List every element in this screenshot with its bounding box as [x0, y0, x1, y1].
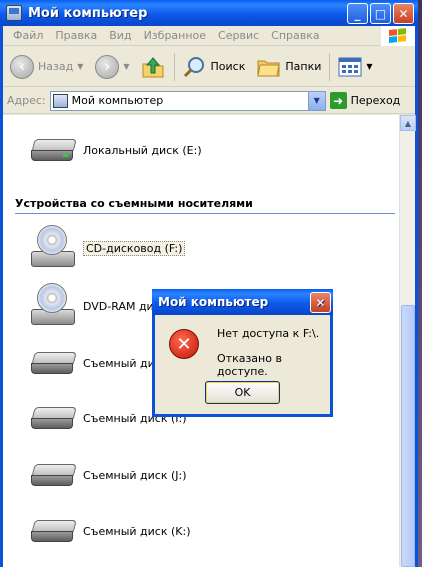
toolbar-separator-2 — [329, 52, 331, 81]
menu-bar: Файл Правка Вид Избранное Сервис Справка — [3, 26, 415, 46]
error-icon: ✕ — [169, 329, 199, 359]
go-arrow-icon: ➜ — [329, 92, 347, 109]
toolbar-separator — [173, 52, 175, 81]
menu-view[interactable]: Вид — [103, 29, 137, 42]
views-button[interactable]: ▼ — [335, 52, 375, 82]
drive-removable-h[interactable]: Съемный диск — [31, 348, 168, 378]
windows-logo-icon — [381, 26, 415, 46]
explorer-window: Мой компьютер _ □ ✕ Файл Правка Вид Избр… — [0, 0, 418, 567]
back-button[interactable]: ‹ Назад ▼ — [7, 52, 86, 82]
title-bar[interactable]: Мой компьютер _ □ ✕ — [0, 0, 418, 26]
menu-help[interactable]: Справка — [265, 29, 325, 42]
drive-label: Съемный диск (J:) — [83, 468, 187, 482]
search-button[interactable]: Поиск — [180, 52, 249, 82]
removable-disk-icon — [31, 403, 77, 433]
my-computer-small-icon — [52, 93, 68, 108]
dialog-message-line-2: Отказано в доступе. — [217, 352, 282, 378]
menu-favorites[interactable]: Избранное — [138, 29, 212, 42]
forward-dropdown-icon[interactable]: ▼ — [123, 62, 129, 71]
drive-label: Локальный диск (E:) — [83, 143, 202, 157]
address-bar: Адрес: Мой компьютер ▼ ➜ Переход — [3, 88, 415, 114]
removable-disk-icon — [31, 516, 77, 546]
folders-button[interactable]: Папки — [254, 52, 324, 82]
drive-local-e[interactable]: Локальный диск (E:) — [31, 135, 202, 165]
back-label: Назад — [38, 60, 74, 73]
address-value: Мой компьютер — [71, 94, 164, 107]
dialog-title: Мой компьютер — [158, 295, 269, 309]
forward-button[interactable]: › ▼ — [92, 52, 132, 82]
error-dialog: Мой компьютер ✕ ✕ Нет доступа к F:\. Отк… — [152, 289, 333, 417]
views-icon — [338, 57, 362, 76]
folders-icon — [257, 60, 280, 76]
dialog-title-bar[interactable]: Мой компьютер ✕ — [152, 289, 333, 315]
search-label: Поиск — [210, 60, 246, 73]
go-label: Переход — [350, 94, 401, 107]
window-title: Мой компьютер — [28, 5, 148, 21]
toolbar: ‹ Назад ▼ › ▼ Поиск Папки ▼ — [3, 47, 415, 87]
hard-disk-icon — [31, 135, 77, 165]
back-dropdown-icon[interactable]: ▼ — [77, 62, 83, 71]
removable-disk-icon — [31, 460, 77, 490]
vertical-scrollbar[interactable]: ▲ — [399, 115, 416, 567]
drive-label: CD-дисковод (F:) — [83, 240, 186, 256]
removable-disk-icon — [31, 348, 77, 378]
back-arrow-icon: ‹ — [10, 54, 34, 79]
section-removable-header: Устройства со съемными носителями — [15, 197, 395, 214]
ok-button[interactable]: OK — [205, 381, 280, 404]
drive-removable-j[interactable]: Съемный диск (J:) — [31, 460, 187, 490]
cd-drive-icon — [31, 225, 77, 271]
up-folder-icon — [142, 56, 164, 77]
drive-label: Съемный диск (K:) — [83, 524, 191, 538]
desktop-background — [418, 0, 422, 567]
address-field[interactable]: Мой компьютер ▼ — [49, 90, 326, 111]
menu-file[interactable]: Файл — [7, 29, 49, 42]
menu-edit[interactable]: Правка — [49, 29, 103, 42]
drive-removable-k[interactable]: Съемный диск (K:) — [31, 516, 191, 546]
address-label: Адрес: — [7, 94, 46, 107]
minimize-button[interactable]: _ — [347, 3, 368, 24]
scroll-thumb[interactable] — [401, 305, 415, 567]
drive-cd-f[interactable]: CD-дисковод (F:) — [31, 225, 186, 271]
up-button[interactable] — [137, 52, 169, 82]
close-button[interactable]: ✕ — [393, 3, 414, 24]
dvd-drive-icon — [31, 283, 77, 329]
search-icon — [183, 56, 204, 77]
forward-arrow-icon: › — [95, 54, 120, 79]
address-dropdown-icon[interactable]: ▼ — [307, 91, 325, 110]
views-dropdown-icon[interactable]: ▼ — [366, 62, 372, 71]
menu-tools[interactable]: Сервис — [212, 29, 265, 42]
my-computer-icon — [6, 5, 22, 21]
scroll-up-arrow-icon[interactable]: ▲ — [400, 115, 416, 131]
go-button[interactable]: ➜ Переход — [329, 92, 401, 109]
dialog-message-line-1: Нет доступа к F:\. — [217, 327, 320, 340]
maximize-button[interactable]: □ — [370, 3, 391, 24]
folders-label: Папки — [285, 60, 322, 73]
dialog-close-button[interactable]: ✕ — [310, 292, 331, 313]
